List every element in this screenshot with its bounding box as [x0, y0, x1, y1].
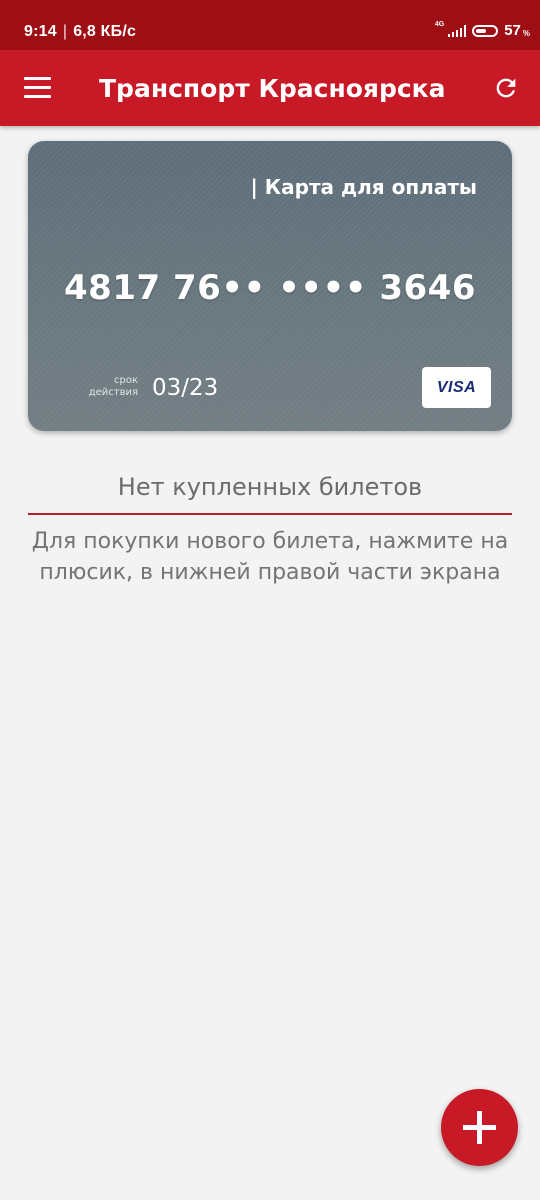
battery-fill — [476, 28, 487, 33]
add-ticket-button[interactable] — [441, 1089, 518, 1166]
battery-icon — [472, 24, 499, 37]
status-network-speed: 6,8 КБ/с — [73, 23, 137, 40]
status-separator: | — [62, 23, 68, 40]
app-title: Транспорт Красноярска — [99, 74, 446, 103]
card-expiry-date: 03/23 — [152, 375, 219, 401]
status-left: 9:14 | 6,8 КБ/с — [24, 21, 136, 43]
payment-card[interactable]: | Карта для оплаты 4817 76•• •••• 3646 с… — [28, 141, 512, 431]
refresh-icon[interactable] — [492, 74, 520, 102]
card-label: | Карта для оплаты — [250, 175, 477, 199]
battery-percent: 57 — [504, 22, 521, 39]
no-tickets-hint: Для покупки нового билета, нажмите на пл… — [31, 529, 509, 585]
card-number: 4817 76•• •••• 3646 — [64, 268, 476, 308]
divider — [28, 513, 512, 515]
battery-percent-unit: % — [522, 29, 530, 38]
visa-logo-text: VISA — [436, 378, 477, 396]
card-expiry-label: срок действия — [88, 375, 138, 398]
no-tickets-title: Нет купленных билетов — [117, 473, 423, 501]
hamburger-menu-icon[interactable] — [24, 75, 52, 101]
status-time: 9:14 — [24, 23, 57, 40]
status-bar: 9:14 | 6,8 КБ/с 4G 57 % — [0, 0, 540, 50]
network-type-label: 4G — [434, 20, 445, 28]
app-bar: Транспорт Красноярска — [0, 50, 540, 126]
plus-icon — [463, 1111, 496, 1144]
visa-logo: VISA — [422, 367, 491, 408]
status-right: 4G 57 % — [434, 20, 530, 40]
signal-strength-icon — [448, 24, 467, 37]
